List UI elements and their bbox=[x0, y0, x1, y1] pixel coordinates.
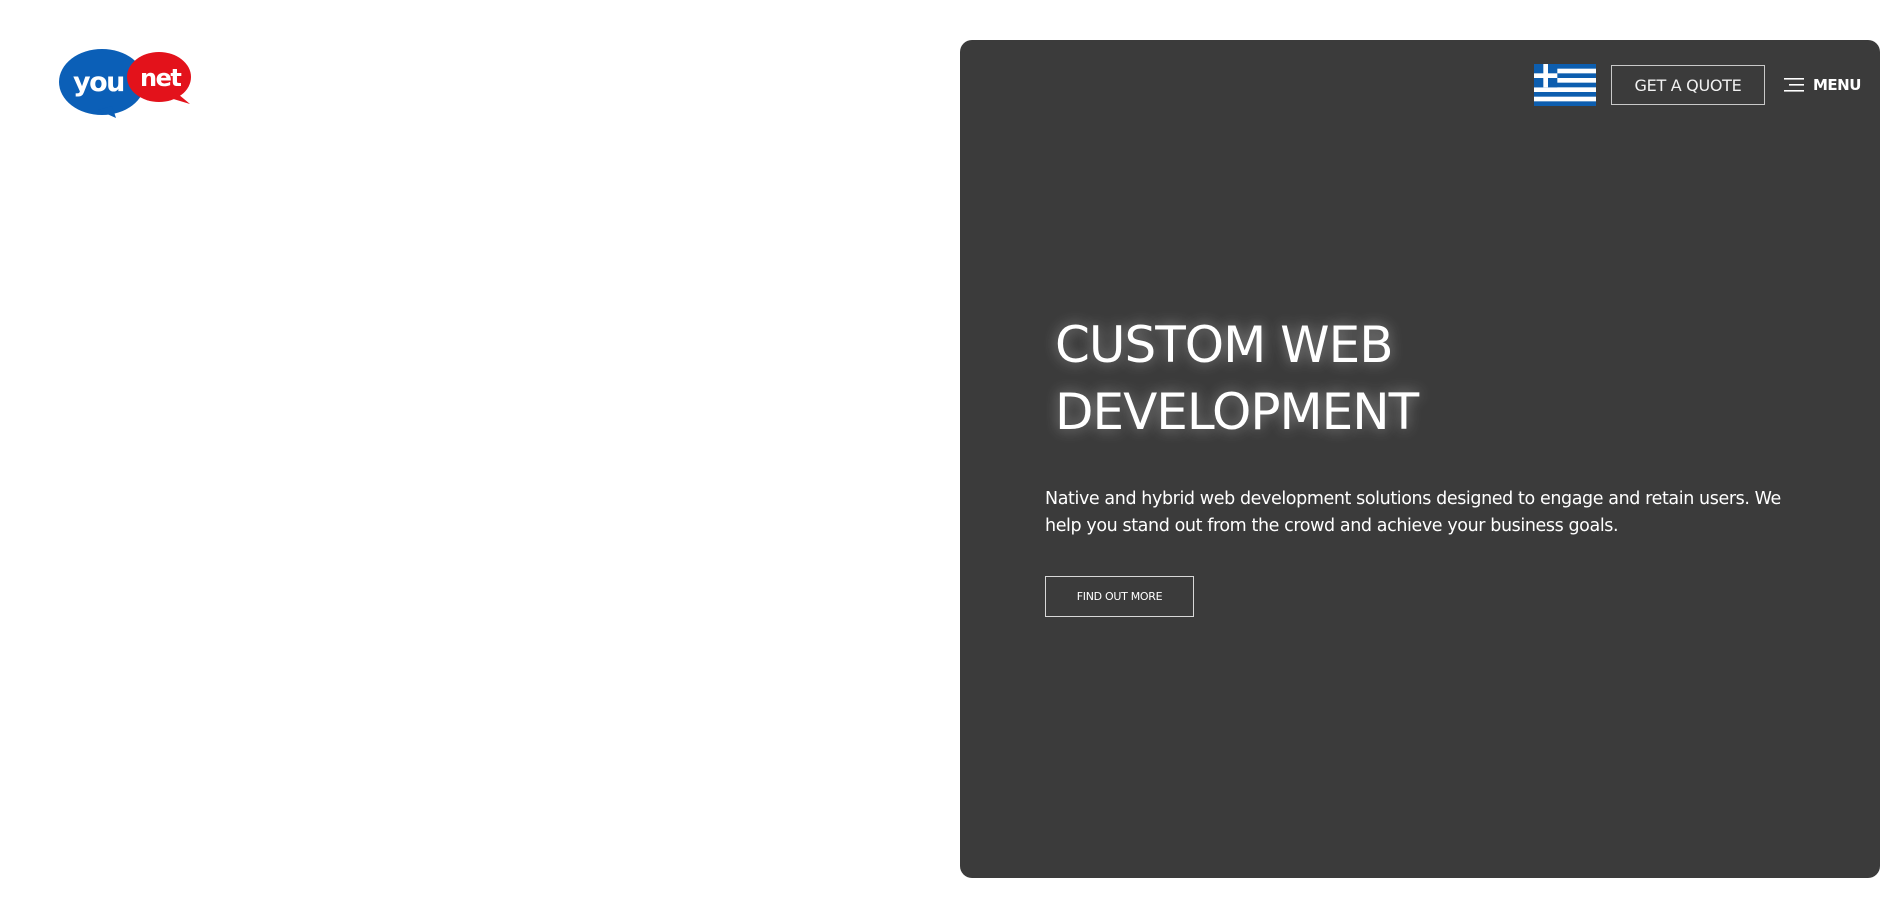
greece-flag-icon bbox=[1534, 64, 1596, 106]
menu-label: MENU bbox=[1813, 76, 1861, 94]
find-out-more-button[interactable]: FIND OUT MORE bbox=[1045, 576, 1194, 617]
menu-button[interactable]: MENU bbox=[1784, 75, 1861, 95]
hero-title: CUSTOM WEB DEVELOPMENT bbox=[1055, 312, 1655, 446]
hero-subtitle-line-1: Native and hybrid web development soluti… bbox=[1045, 489, 1781, 509]
page: you net GET A QUOTE MENU CUSTOM WEB DEVE… bbox=[0, 0, 1902, 908]
hero-panel: GET A QUOTE MENU CUSTOM WEB DEVELOPMENT … bbox=[960, 40, 1880, 878]
hamburger-icon bbox=[1784, 78, 1804, 92]
hero-title-line-1: CUSTOM WEB bbox=[1055, 316, 1394, 374]
hero-title-line-2: DEVELOPMENT bbox=[1055, 383, 1419, 441]
hero-subtitle: Native and hybrid web development soluti… bbox=[1045, 486, 1785, 540]
get-a-quote-button[interactable]: GET A QUOTE bbox=[1611, 65, 1765, 105]
logo-text-you: you bbox=[73, 67, 124, 98]
logo-speech-bubbles-icon: you net bbox=[59, 49, 191, 118]
language-switch[interactable] bbox=[1534, 64, 1596, 106]
logo-text-net: net bbox=[140, 64, 181, 92]
younet-logo[interactable]: you net bbox=[58, 48, 192, 120]
hero-subtitle-line-2: help you stand out from the crowd and ac… bbox=[1045, 516, 1619, 536]
